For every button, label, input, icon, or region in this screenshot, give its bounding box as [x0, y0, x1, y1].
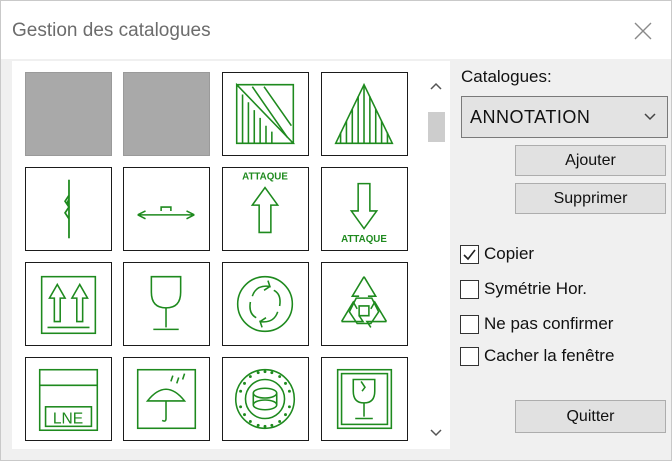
chevron-down-icon [430, 429, 442, 437]
hide-window-checkbox[interactable] [460, 346, 479, 366]
attack-arrow-up-icon: ATTAQUE [242, 172, 288, 234]
symbol-green-dot-recycling[interactable] [222, 262, 309, 346]
symbol-empty-slot[interactable] [25, 72, 112, 156]
no-confirm-checkbox[interactable] [460, 314, 479, 334]
scroll-down-button[interactable] [423, 419, 449, 447]
attack-down-text: ATTAQUE [341, 234, 387, 245]
symbol-grid: ATTAQUE ATTAQUE LNE [12, 61, 450, 449]
attack-arrow-down-icon: ATTAQUE [341, 182, 387, 245]
symbol-dimension-arrow[interactable] [123, 167, 210, 251]
symbol-section-line-vertical[interactable] [25, 167, 112, 251]
keep-dry-umbrella-icon [136, 368, 197, 430]
catalog-dialog: Gestion des catalogues ATTAQUE ATTAQUE L… [0, 0, 672, 461]
symbol-fragile-glass[interactable] [123, 262, 210, 346]
chevron-down-icon [644, 113, 656, 121]
quit-button[interactable]: Quitter [515, 400, 666, 433]
scroll-up-button[interactable] [423, 72, 449, 100]
symbol-scrollbar[interactable] [423, 72, 449, 447]
lne-label-icon: LNE [38, 368, 99, 432]
symbol-round-seal-stamp[interactable] [222, 357, 309, 441]
hide-window-option[interactable]: Cacher la fenêtre [460, 344, 614, 368]
symbol-empty-slot[interactable] [123, 72, 210, 156]
close-button[interactable] [621, 11, 665, 51]
recycling-icon [340, 276, 388, 328]
chevron-up-icon [430, 82, 442, 90]
fragile-glass-icon [150, 275, 182, 331]
round-seal-icon [234, 368, 296, 430]
fragile-glass-box-icon [336, 368, 393, 430]
hatched-triangle-right-icon [235, 82, 296, 145]
add-button[interactable]: Ajouter [515, 145, 666, 176]
catalog-select[interactable]: ANNOTATION [461, 96, 668, 138]
no-confirm-option[interactable]: Ne pas confirmer [460, 312, 613, 336]
checkmark-icon [463, 249, 476, 260]
attack-up-text: ATTAQUE [242, 172, 288, 183]
section-line-icon [64, 179, 71, 239]
catalog-label: Catalogues: [461, 67, 552, 86]
this-way-up-icon [40, 275, 97, 335]
hide-window-label: Cacher la fenêtre [484, 346, 615, 365]
symbol-hatched-triangle-right[interactable] [222, 72, 309, 156]
lne-text: LNE [53, 410, 83, 427]
symbol-lne-label[interactable]: LNE [25, 357, 112, 441]
copy-checkbox[interactable] [460, 244, 479, 264]
window-title: Gestion des catalogues [12, 20, 211, 41]
catalog-selected-value: ANNOTATION [470, 107, 591, 127]
mirror-horizontal-option[interactable]: Symétrie Hor. [460, 277, 587, 301]
symbol-hatched-triangle[interactable] [321, 72, 408, 156]
mirror-horizontal-label: Symétrie Hor. [484, 279, 587, 298]
dimension-arrow-icon [137, 206, 195, 220]
no-confirm-label: Ne pas confirmer [484, 314, 614, 333]
green-dot-icon [236, 275, 294, 333]
hatched-triangle-icon [334, 82, 394, 145]
copy-option[interactable]: Copier [460, 242, 534, 266]
symbol-keep-dry-umbrella[interactable] [123, 357, 210, 441]
close-icon [634, 22, 652, 40]
symbol-this-way-up-arrows[interactable] [25, 262, 112, 346]
symbol-recycling[interactable] [321, 262, 408, 346]
title-bar: Gestion des catalogues [1, 1, 671, 59]
scroll-thumb[interactable] [428, 112, 445, 142]
copy-label: Copier [484, 244, 535, 263]
symbol-fragile-glass-box[interactable] [321, 357, 408, 441]
delete-button[interactable]: Supprimer [515, 183, 666, 214]
symbol-attack-arrow-down[interactable]: ATTAQUE [321, 167, 408, 251]
mirror-horizontal-checkbox[interactable] [460, 279, 479, 299]
symbol-attack-arrow-up[interactable]: ATTAQUE [222, 167, 309, 251]
